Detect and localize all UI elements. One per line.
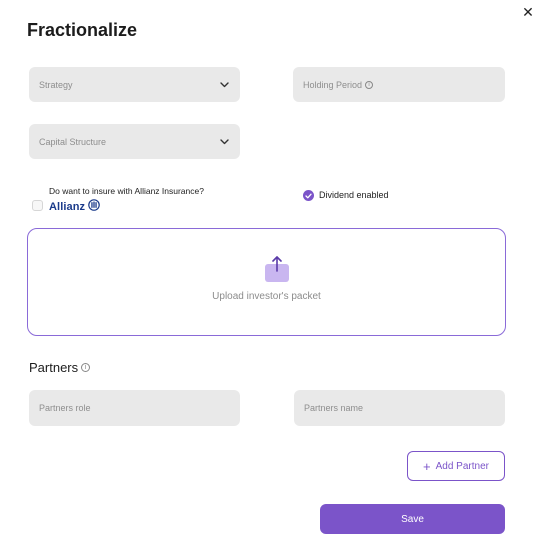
holding-period-field[interactable]: Holding Period i: [293, 67, 505, 102]
strategy-placeholder: Strategy: [39, 79, 73, 90]
partners-heading: Partners i: [29, 360, 91, 375]
save-label: Save: [401, 513, 424, 525]
insurance-checkbox[interactable]: [32, 200, 43, 211]
allianz-logo: Allianz: [49, 198, 100, 216]
partners-name-field[interactable]: Partners name: [294, 390, 505, 426]
partners-heading-text: Partners: [29, 360, 79, 375]
info-icon: i: [81, 363, 91, 372]
chevron-down-icon: [218, 79, 230, 91]
close-icon[interactable]: ✕: [520, 4, 536, 20]
dividend-checkbox[interactable]: [303, 190, 314, 201]
partners-role-field[interactable]: Partners role: [29, 390, 240, 426]
allianz-emblem-icon: [88, 198, 100, 216]
add-partner-button[interactable]: + Add Partner: [407, 451, 505, 481]
add-partner-label: Add Partner: [435, 460, 489, 472]
capital-structure-placeholder: Capital Structure: [39, 136, 107, 147]
chevron-down-icon: [218, 136, 230, 148]
modal-title: Fractionalize: [27, 20, 138, 40]
dividend-label: Dividend enabled: [319, 190, 389, 200]
holding-period-placeholder: Holding Period: [303, 79, 363, 90]
partners-name-placeholder: Partners name: [304, 403, 364, 413]
capital-structure-select[interactable]: Capital Structure: [29, 124, 240, 159]
save-button[interactable]: Save: [320, 504, 505, 534]
allianz-brand: Allianz: [49, 201, 86, 213]
fractionalize-modal: ✕ Fractionalize Strategy Holding Period …: [0, 0, 549, 554]
upload-dropzone[interactable]: Upload investor's packet: [27, 228, 506, 336]
strategy-select[interactable]: Strategy: [29, 67, 240, 102]
partners-role-placeholder: Partners role: [39, 403, 91, 413]
insurance-question: Do want to insure with Allianz Insurance…: [49, 186, 204, 196]
upload-label: Upload investor's packet: [212, 291, 321, 302]
plus-icon: +: [423, 458, 431, 474]
upload-icon: [265, 256, 289, 282]
info-icon: i: [365, 80, 374, 89]
